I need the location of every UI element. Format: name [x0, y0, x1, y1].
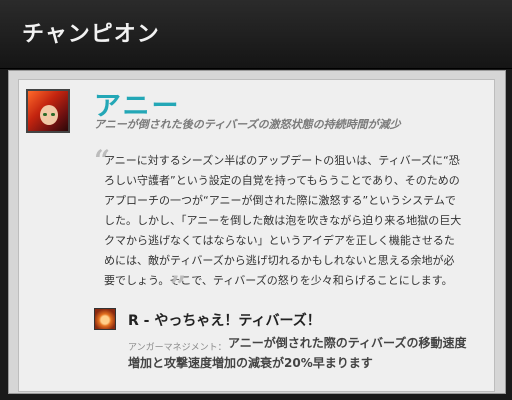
close-quote-icon: ” — [170, 270, 187, 303]
section-title: チャンピオン — [22, 22, 160, 47]
portrait-eye — [43, 113, 47, 116]
champion-portrait — [26, 89, 70, 133]
champion-change-summary: アニーが倒された後のティバーズの激怒状態の持続時間が減少 — [94, 118, 401, 131]
developer-quote: アニーに対するシーズン半ばのアップデートの狙いは、ティバーズに“恐ろしい守護者”… — [104, 154, 462, 287]
ability-icon — [94, 308, 116, 330]
ability-change-text: アニーが倒された際のティバーズの移動速度増加と攻撃速度増加の減衰が20%早まりま… — [128, 336, 467, 370]
section-header: チャンピオン — [0, 0, 512, 69]
ability-change-description: アニーが倒された際のティバーズの移動速度増加と攻撃速度増加の減衰が20%早まりま… — [128, 333, 478, 373]
ability-title: R - やっちゃえ！ティバーズ！ — [128, 313, 321, 329]
portrait-eye — [51, 113, 55, 116]
